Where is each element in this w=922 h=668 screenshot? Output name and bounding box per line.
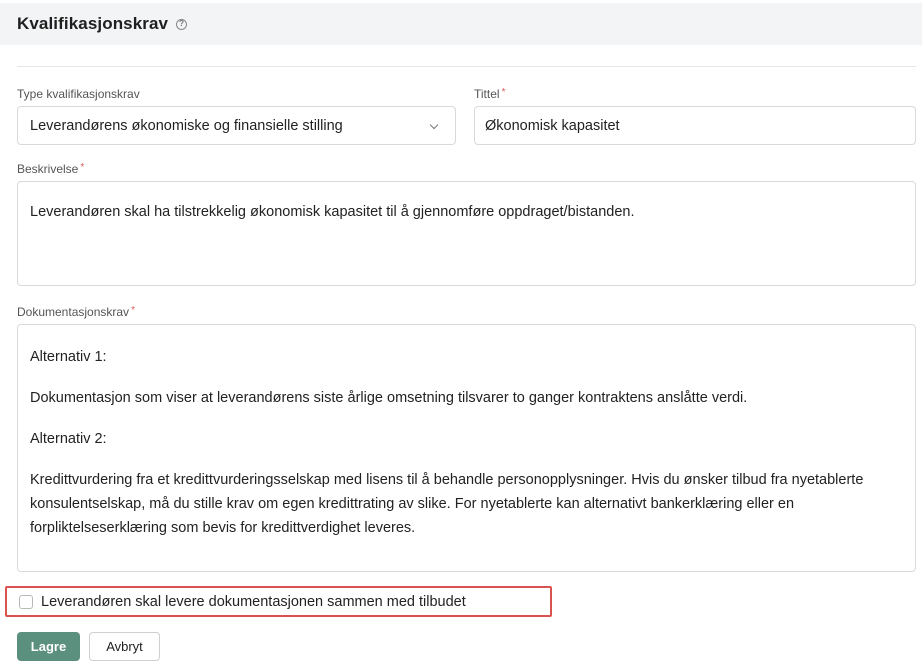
description-label: Beskrivelse * [17,162,85,176]
documentation-paragraph: Dokumentasjon som viser at leverandørens… [30,390,748,406]
required-marker: * [131,305,135,316]
documentation-paragraph: Kredittvurdering fra et kredittvurdering… [30,472,864,536]
type-select[interactable]: Leverandørens økonomiske og finansielle … [17,106,456,145]
save-button[interactable]: Lagre [17,632,80,661]
section-title: Kvalifikasjonskrav [17,14,169,33]
required-marker: * [80,162,85,173]
section-header: Kvalifikasjonskrav ? [0,3,922,45]
cancel-button[interactable]: Avbryt [89,632,160,661]
chevron-down-icon [429,120,439,130]
description-textarea[interactable]: Leverandøren skal ha tilstrekkelig økono… [17,181,916,286]
required-marker: * [501,87,506,98]
documentation-textarea[interactable]: Alternativ 1: Dokumentasjon som viser at… [17,324,916,572]
type-label: Type kvalifikasjonskrav [17,87,140,101]
documentation-paragraph: Alternativ 2: [30,431,107,447]
documentation-label: Dokumentasjonskrav * [17,305,135,319]
question-circle-icon[interactable]: ? [176,18,188,30]
title-input-value: Økonomisk kapasitet [485,117,620,134]
title-input[interactable]: Økonomisk kapasitet [474,106,916,145]
documentation-paragraph: Alternativ 1: [30,349,107,365]
divider [17,66,916,67]
submit-with-offer-option[interactable]: Leverandøren skal levere dokumentasjonen… [5,586,552,617]
submit-with-offer-checkbox[interactable] [19,594,33,609]
description-text: Leverandøren skal ha tilstrekkelig økono… [30,204,635,220]
submit-with-offer-label[interactable]: Leverandøren skal levere dokumentasjonen… [41,594,466,610]
type-select-value: Leverandørens økonomiske og finansielle … [30,117,343,134]
title-label: Tittel * [474,87,506,101]
